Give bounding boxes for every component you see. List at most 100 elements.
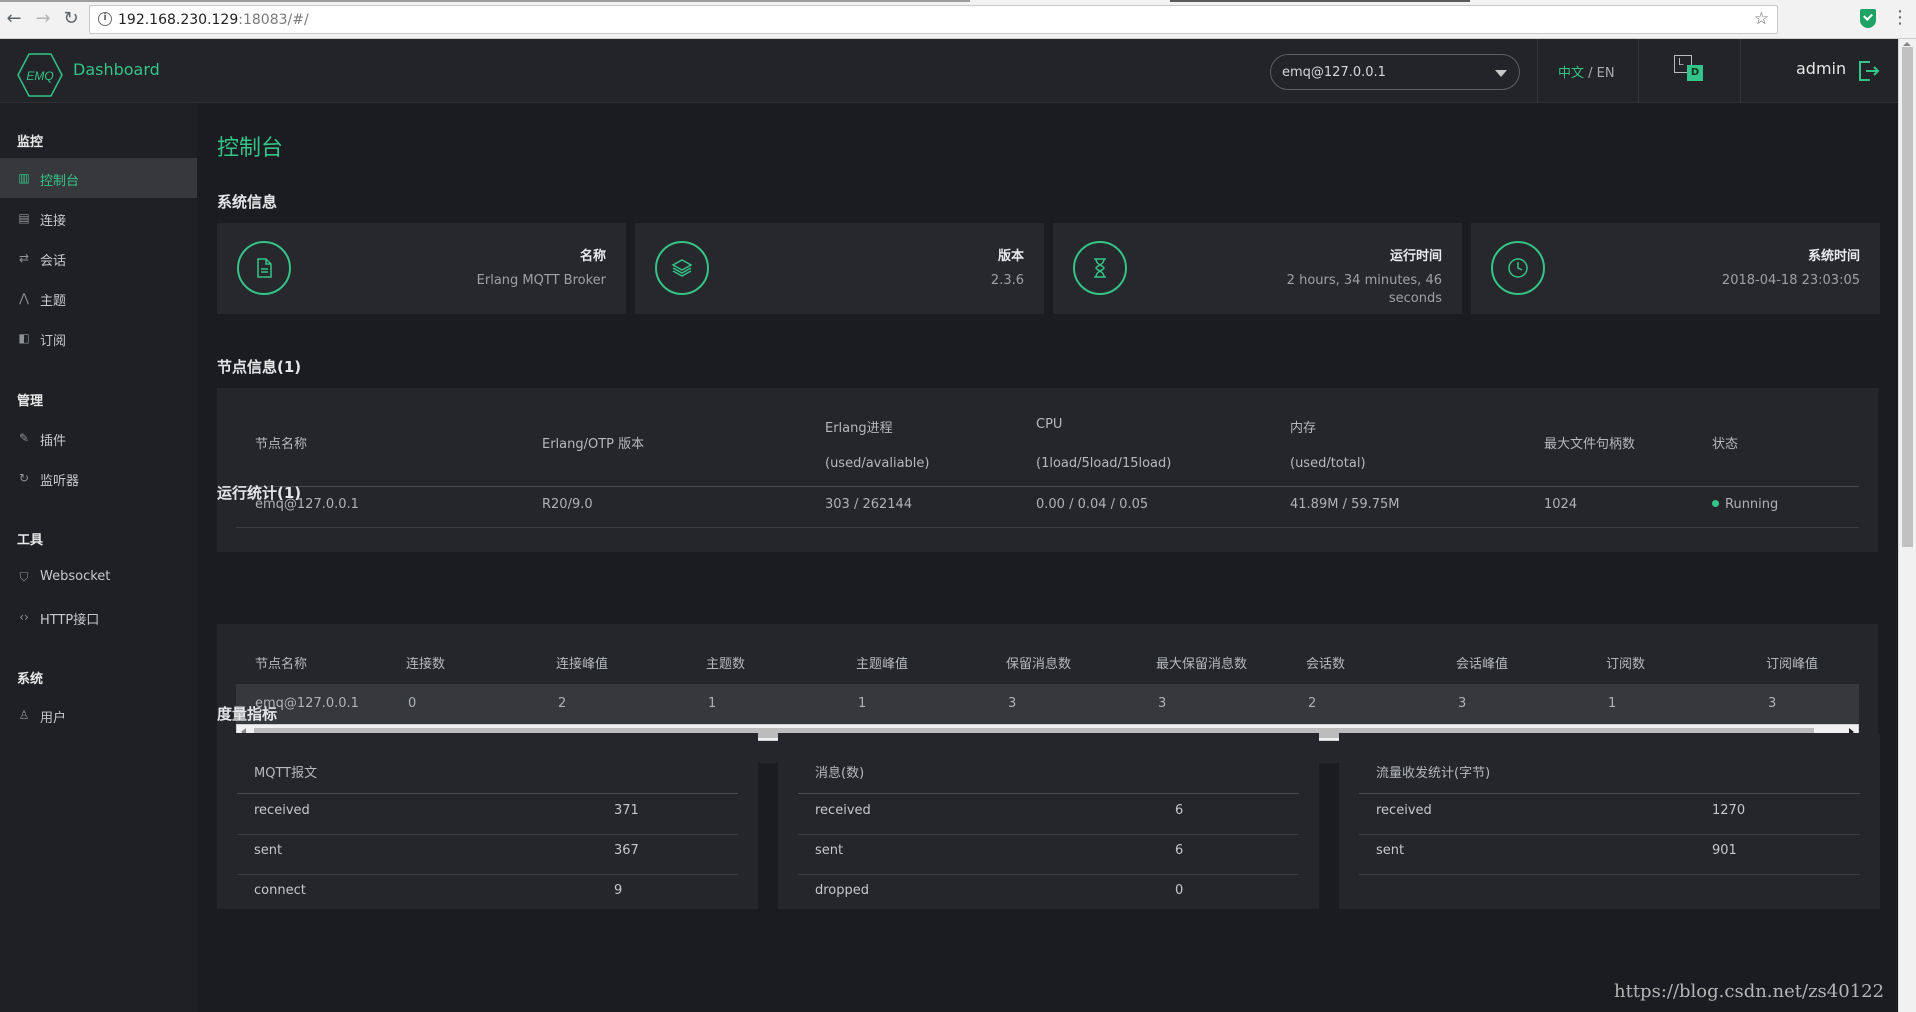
url-text[interactable]: 192.168.230.129:18083/#/ — [118, 12, 309, 28]
info-icon[interactable]: i — [98, 12, 112, 26]
username[interactable]: admin — [1796, 59, 1846, 78]
metric-label: sent — [1376, 843, 1405, 858]
cell-topics: 1 — [708, 696, 717, 711]
metric-label: received — [815, 803, 871, 818]
html5-icon: ⛉ — [19, 570, 29, 584]
metric-card-title: 流量收发统计(字节) — [1376, 766, 1491, 781]
theme-toggle-icon[interactable]: L D — [1674, 55, 1707, 85]
metric-label: sent — [254, 843, 283, 858]
sidebar-item-label: 订阅 — [40, 334, 67, 349]
page-title: 控制台 — [217, 136, 284, 161]
table-divider — [236, 486, 1859, 487]
bookmark-star-icon[interactable]: ☆ — [1754, 9, 1769, 29]
shield-extension-icon[interactable] — [1860, 9, 1876, 28]
cell-subscriptions-max: 3 — [1768, 696, 1777, 711]
table-divider — [237, 834, 738, 835]
card-title: 系统时间 — [1807, 249, 1860, 264]
brand-title[interactable]: Dashboard — [73, 60, 160, 79]
scrollbar-thumb[interactable] — [1902, 47, 1913, 547]
metric-label: dropped — [815, 883, 870, 898]
address-bar[interactable]: i 192.168.230.129:18083/#/ ☆ — [89, 5, 1778, 34]
hourglass-icon — [1073, 241, 1127, 295]
col-subscriptions-max: 订阅峰值 — [1766, 657, 1819, 672]
table-divider — [1359, 874, 1860, 875]
status-text: Running — [1725, 497, 1779, 512]
database-icon: ▤ — [18, 211, 30, 225]
browser-menu-icon[interactable]: ⋮ — [1891, 8, 1909, 28]
cell-otp: R20/9.0 — [542, 497, 593, 512]
table-divider — [798, 793, 1299, 794]
metric-value: 0 — [1175, 883, 1184, 898]
col-retained-max: 最大保留消息数 — [1156, 657, 1248, 672]
card-title: 名称 — [579, 249, 606, 264]
cell-memory: 41.89M / 59.75M — [1290, 497, 1400, 512]
metric-card-messages: 消息(数) received 6 sent 6 dropped 0 — [778, 733, 1319, 909]
col-cpu-sub: (1load/5load/15load) — [1036, 456, 1172, 471]
status-badge: Running — [1712, 497, 1778, 512]
sidebar-item-users[interactable]: ♙ 用户 — [0, 695, 197, 735]
info-card-uptime: 运行时间 2 hours, 34 minutes, 46 seconds — [1053, 223, 1462, 314]
logout-icon[interactable] — [1856, 59, 1880, 83]
table-divider — [798, 874, 1299, 875]
metric-value: 1270 — [1712, 803, 1746, 818]
col-retained: 保留消息数 — [1006, 657, 1072, 672]
sidebar-item-sessions[interactable]: ⇄ 会话 — [0, 238, 197, 278]
node-select[interactable]: emq@127.0.0.1 — [1270, 54, 1520, 90]
metric-value: 901 — [1712, 843, 1737, 858]
card-value: 2018-04-18 23:03:05 — [1721, 273, 1860, 288]
sidebar-item-websocket[interactable]: ⛉ Websocket — [0, 557, 197, 597]
info-card-system-time: 系统时间 2018-04-18 23:03:05 — [1471, 223, 1880, 314]
table-divider — [237, 874, 738, 875]
col-subscriptions: 订阅数 — [1606, 657, 1646, 672]
sidebar: 监控 ▥ 控制台 ▤ 连接 ⇄ 会话 ⋀ 主题 ◧ 订阅 管理 ✎ 插件 ↻ 监… — [0, 103, 197, 1012]
cell-sessions-max: 3 — [1458, 696, 1467, 711]
sidebar-item-topics[interactable]: ⋀ 主题 — [0, 278, 197, 318]
col-node-name: 节点名称 — [255, 437, 308, 452]
language-switch[interactable]: 中文 / EN — [1558, 62, 1615, 81]
sidebar-item-connections[interactable]: ▤ 连接 — [0, 198, 197, 238]
table-divider — [237, 793, 738, 794]
sidebar-item-dashboard[interactable]: ▥ 控制台 — [0, 158, 197, 198]
info-card-version: 版本 2.3.6 — [635, 223, 1044, 314]
reload-icon[interactable]: ↻ — [61, 9, 81, 29]
metric-label: connect — [254, 883, 306, 898]
nav-group-system: 系统 — [17, 672, 44, 687]
header-divider — [1638, 39, 1639, 103]
listener-icon: ↻ — [18, 471, 30, 485]
browser-tab-strip-right — [1170, 0, 1470, 2]
nodes-title: 节点信息(1) — [217, 358, 302, 376]
lang-zh[interactable]: 中文 — [1558, 66, 1584, 81]
metric-value: 6 — [1175, 803, 1184, 818]
sidebar-item-http-api[interactable]: ‹› HTTP接口 — [0, 597, 197, 637]
card-title: 版本 — [997, 249, 1024, 264]
sidebar-item-label: Websocket — [40, 569, 111, 584]
emq-logo-icon[interactable]: EMQ — [17, 52, 63, 98]
col-status: 状态 — [1712, 437, 1739, 452]
cell-connections: 0 — [408, 696, 417, 711]
metric-value: 6 — [1175, 843, 1184, 858]
swap-icon: ⇄ — [18, 251, 30, 265]
sidebar-item-label: 连接 — [40, 214, 67, 229]
metrics-title: 度量指标 — [217, 705, 278, 723]
metric-card-title: MQTT报文 — [254, 766, 318, 781]
clock-icon — [1491, 241, 1545, 295]
card-value: 2 hours, 34 minutes, 46 seconds — [1286, 273, 1442, 306]
nav-group-tools: 工具 — [17, 533, 44, 548]
bar-chart-icon: ▥ — [18, 171, 30, 185]
table-divider — [236, 527, 1859, 528]
sidebar-item-listeners[interactable]: ↻ 监听器 — [0, 458, 197, 498]
app-header: EMQ Dashboard emq@127.0.0.1 中文 / EN L D … — [0, 39, 1898, 103]
nav-group-manage: 管理 — [17, 394, 44, 409]
page-scrollbar[interactable] — [1898, 39, 1916, 1012]
sidebar-item-label: HTTP接口 — [40, 613, 100, 628]
sidebar-item-subscriptions[interactable]: ◧ 订阅 — [0, 318, 197, 358]
sidebar-item-plugins[interactable]: ✎ 插件 — [0, 418, 197, 458]
back-icon[interactable]: ← — [4, 9, 24, 29]
forward-icon[interactable]: → — [33, 9, 53, 29]
cell-sessions: 2 — [1308, 696, 1317, 711]
status-dot-icon — [1712, 500, 1719, 507]
browser-tab-strip — [0, 0, 970, 2]
sidebar-item-label: 用户 — [40, 711, 67, 726]
lang-en[interactable]: EN — [1597, 66, 1615, 81]
scroll-up-icon[interactable] — [1903, 42, 1911, 46]
